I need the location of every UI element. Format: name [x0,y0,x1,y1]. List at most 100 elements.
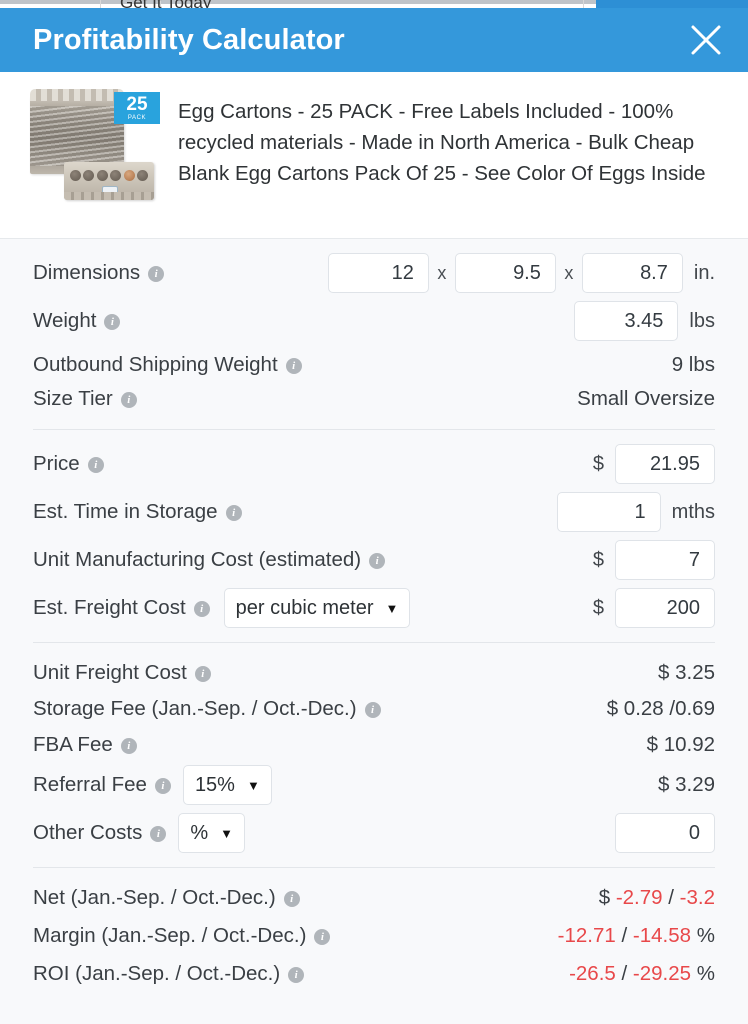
row-margin: Margin (Jan.-Sep. / Oct.-Dec.) i -12.71 … [33,920,715,952]
row-storage-fee: Storage Fee (Jan.-Sep. / Oct.-Dec.) i $ … [33,693,715,725]
roi-value: -26.5 / -29.25 % [569,962,715,986]
info-icon[interactable]: i [314,929,331,945]
storage-fee-value: $ 0.28 /0.69 [606,697,715,720]
manufacturing-cost-input[interactable] [615,540,715,580]
roi-label-text: ROI (Jan.-Sep. / Oct.-Dec.) [33,962,281,985]
info-icon[interactable]: i [288,967,305,983]
info-icon[interactable]: i [285,358,302,374]
size-tier-label-text: Size Tier [33,387,113,410]
info-icon[interactable]: i [150,826,167,842]
other-costs-mode-select[interactable]: % ▼ [178,813,246,853]
unit-freight-cost-value: $ 3.25 [658,661,715,684]
roi-label: ROI (Jan.-Sep. / Oct.-Dec.) i [33,962,305,986]
weight-label-text: Weight [33,309,97,332]
unit-freight-cost-label: Unit Freight Cost i [33,661,211,685]
row-size-tier: Size Tier i Small Oversize [33,383,715,415]
page-title: Profitability Calculator [33,23,345,56]
dimension-width-input[interactable] [454,253,556,293]
weight-label: Weight i [33,309,121,333]
close-icon[interactable] [684,18,728,62]
weight-input[interactable] [574,301,679,341]
dimensions-section: Dimensions i x x in. Weight i lbs [33,239,715,429]
net-value: $ -2.79 / -3.2 [599,886,715,910]
dimensions-label-text: Dimensions [33,261,141,284]
storage-fee-label: Storage Fee (Jan.-Sep. / Oct.-Dec.) i [33,697,381,721]
referral-fee-label-text: Referral Fee [33,773,147,796]
referral-fee-percent-value: 15% [194,773,235,796]
freight-mode-value: per cubic meter [235,596,374,619]
info-icon[interactable]: i [154,778,171,794]
info-icon[interactable]: i [120,738,137,754]
referral-fee-value: $ 3.29 [658,773,715,796]
dimension-unit: in. [693,261,715,284]
freight-cost-input[interactable] [615,588,715,628]
dimensions-label: Dimensions i [33,261,165,285]
info-icon[interactable]: i [104,314,121,330]
other-costs-mode-value: % [190,821,209,844]
row-storage-time: Est. Time in Storage i mths [33,492,715,532]
other-costs-label-text: Other Costs [33,821,143,844]
freight-cost-label: Est. Freight Cost i [33,596,210,620]
profitability-calculator-modal: Profitability Calculator 25 PACK Egg Car… [0,8,748,1024]
fba-fee-label: FBA Fee i [33,733,137,757]
chevron-down-icon: ▼ [246,777,260,793]
price-label: Price i [33,452,104,476]
outbound-weight-value: 9 lbs [671,353,715,376]
carton-edge [64,192,154,200]
egg-carton-front-image [64,162,154,200]
row-other-costs: Other Costs i % ▼ [33,813,715,853]
storage-time-input[interactable] [556,492,661,532]
freight-cost-label-text: Est. Freight Cost [33,596,186,619]
info-icon[interactable]: i [148,266,165,282]
dimension-height-input[interactable] [581,253,683,293]
row-unit-freight-cost: Unit Freight Cost i $ 3.25 [33,657,715,689]
margin-label-text: Margin (Jan.-Sep. / Oct.-Dec.) [33,924,307,947]
info-icon[interactable]: i [120,392,137,408]
storage-time-unit: mths [671,500,715,523]
roi-value-second: -29.25 [632,962,692,985]
unit-freight-cost-label-text: Unit Freight Cost [33,661,187,684]
info-icon[interactable]: i [369,553,386,569]
info-icon[interactable]: i [283,891,300,907]
row-net: Net (Jan.-Sep. / Oct.-Dec.) i $ -2.79 / … [33,882,715,914]
dimension-separator: x [564,262,574,283]
roi-value-first: -26.5 [569,962,616,985]
row-weight: Weight i lbs [33,301,715,341]
net-label-text: Net (Jan.-Sep. / Oct.-Dec.) [33,886,276,909]
info-icon[interactable]: i [194,666,211,682]
referral-fee-percent-select[interactable]: 15% ▼ [182,765,272,805]
storage-time-label: Est. Time in Storage i [33,500,242,524]
dimension-length-input[interactable] [327,253,429,293]
chevron-down-icon: ▼ [220,825,234,841]
size-tier-value: Small Oversize [577,387,715,410]
margin-value-second: -14.58 [632,924,692,947]
pack-count-badge: 25 PACK [114,92,160,124]
egg-cups [70,170,148,182]
net-value-separator: / [668,886,674,909]
row-fba-fee: FBA Fee i $ 10.92 [33,729,715,761]
manufacturing-cost-label: Unit Manufacturing Cost (estimated) i [33,548,386,572]
info-icon[interactable]: i [193,601,210,617]
outbound-weight-label-text: Outbound Shipping Weight [33,353,278,376]
other-costs-input[interactable] [615,813,715,853]
product-title: Egg Cartons - 25 PACK - Free Labels Incl… [178,100,706,185]
storage-time-label-text: Est. Time in Storage [33,500,218,523]
calculator-form: Dimensions i x x in. Weight i lbs [0,239,748,1004]
chevron-down-icon: ▼ [385,600,399,616]
pack-count-label: PACK [127,115,147,121]
row-price: Price i $ [33,444,715,484]
manufacturing-cost-label-text: Unit Manufacturing Cost (estimated) [33,548,362,571]
net-value-first: -2.79 [615,886,663,909]
price-input[interactable] [615,444,715,484]
info-icon[interactable]: i [364,702,381,718]
info-icon[interactable]: i [87,457,104,473]
info-icon[interactable]: i [225,505,242,521]
freight-mode-select[interactable]: per cubic meter ▼ [223,588,411,628]
row-dimensions: Dimensions i x x in. [33,253,715,293]
margin-value-separator: / [621,924,628,947]
margin-label: Margin (Jan.-Sep. / Oct.-Dec.) i [33,924,331,948]
fees-section: Unit Freight Cost i $ 3.25 Storage Fee (… [33,642,715,867]
dimension-separator: x [437,262,447,283]
row-manufacturing-cost: Unit Manufacturing Cost (estimated) i $ [33,540,715,580]
margin-unit: % [696,924,715,947]
